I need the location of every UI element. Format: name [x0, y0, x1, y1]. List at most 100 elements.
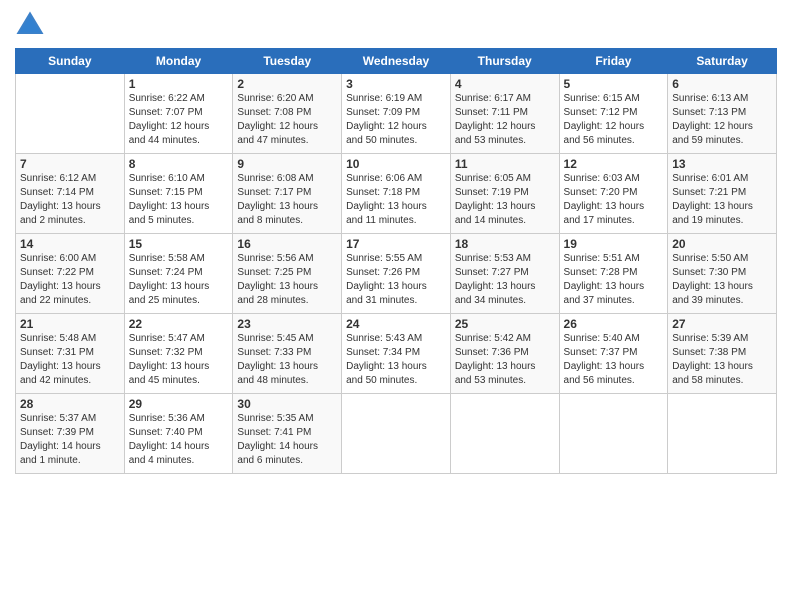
day-number: 17: [346, 237, 446, 251]
calendar-cell: 23 Sunrise: 5:45 AMSunset: 7:33 PMDaylig…: [233, 314, 342, 394]
calendar-cell: 24 Sunrise: 5:43 AMSunset: 7:34 PMDaylig…: [342, 314, 451, 394]
calendar-cell: 29 Sunrise: 5:36 AMSunset: 7:40 PMDaylig…: [124, 394, 233, 474]
day-info: Sunrise: 6:01 AMSunset: 7:21 PMDaylight:…: [672, 172, 772, 228]
calendar-cell: [342, 394, 451, 474]
calendar-week-1: 1 Sunrise: 6:22 AMSunset: 7:07 PMDayligh…: [16, 74, 777, 154]
calendar-cell: 4 Sunrise: 6:17 AMSunset: 7:11 PMDayligh…: [450, 74, 559, 154]
day-number: 4: [455, 77, 555, 91]
weekday-header-thursday: Thursday: [450, 49, 559, 74]
calendar-cell: 16 Sunrise: 5:56 AMSunset: 7:25 PMDaylig…: [233, 234, 342, 314]
day-number: 6: [672, 77, 772, 91]
calendar-cell: 11 Sunrise: 6:05 AMSunset: 7:19 PMDaylig…: [450, 154, 559, 234]
day-number: 30: [237, 397, 337, 411]
calendar-cell: 26 Sunrise: 5:40 AMSunset: 7:37 PMDaylig…: [559, 314, 668, 394]
calendar-cell: 6 Sunrise: 6:13 AMSunset: 7:13 PMDayligh…: [668, 74, 777, 154]
calendar-table: SundayMondayTuesdayWednesdayThursdayFrid…: [15, 48, 777, 474]
day-number: 2: [237, 77, 337, 91]
day-number: 29: [129, 397, 229, 411]
calendar-week-4: 21 Sunrise: 5:48 AMSunset: 7:31 PMDaylig…: [16, 314, 777, 394]
day-number: 3: [346, 77, 446, 91]
calendar-cell: 10 Sunrise: 6:06 AMSunset: 7:18 PMDaylig…: [342, 154, 451, 234]
day-number: 11: [455, 157, 555, 171]
calendar-cell: 19 Sunrise: 5:51 AMSunset: 7:28 PMDaylig…: [559, 234, 668, 314]
calendar-week-2: 7 Sunrise: 6:12 AMSunset: 7:14 PMDayligh…: [16, 154, 777, 234]
day-info: Sunrise: 5:37 AMSunset: 7:39 PMDaylight:…: [20, 412, 120, 468]
calendar-cell: [16, 74, 125, 154]
calendar-cell: 15 Sunrise: 5:58 AMSunset: 7:24 PMDaylig…: [124, 234, 233, 314]
calendar-cell: [559, 394, 668, 474]
calendar-cell: [450, 394, 559, 474]
day-number: 21: [20, 317, 120, 331]
day-info: Sunrise: 5:55 AMSunset: 7:26 PMDaylight:…: [346, 252, 446, 308]
day-info: Sunrise: 5:51 AMSunset: 7:28 PMDaylight:…: [564, 252, 664, 308]
calendar-cell: 9 Sunrise: 6:08 AMSunset: 7:17 PMDayligh…: [233, 154, 342, 234]
day-info: Sunrise: 5:50 AMSunset: 7:30 PMDaylight:…: [672, 252, 772, 308]
day-info: Sunrise: 5:40 AMSunset: 7:37 PMDaylight:…: [564, 332, 664, 388]
calendar-cell: [668, 394, 777, 474]
day-info: Sunrise: 5:56 AMSunset: 7:25 PMDaylight:…: [237, 252, 337, 308]
day-info: Sunrise: 6:17 AMSunset: 7:11 PMDaylight:…: [455, 92, 555, 148]
calendar-cell: 17 Sunrise: 5:55 AMSunset: 7:26 PMDaylig…: [342, 234, 451, 314]
day-info: Sunrise: 5:42 AMSunset: 7:36 PMDaylight:…: [455, 332, 555, 388]
day-number: 23: [237, 317, 337, 331]
day-number: 13: [672, 157, 772, 171]
day-info: Sunrise: 5:36 AMSunset: 7:40 PMDaylight:…: [129, 412, 229, 468]
calendar-cell: 21 Sunrise: 5:48 AMSunset: 7:31 PMDaylig…: [16, 314, 125, 394]
day-number: 14: [20, 237, 120, 251]
calendar-week-3: 14 Sunrise: 6:00 AMSunset: 7:22 PMDaylig…: [16, 234, 777, 314]
weekday-header-tuesday: Tuesday: [233, 49, 342, 74]
day-number: 25: [455, 317, 555, 331]
day-info: Sunrise: 5:58 AMSunset: 7:24 PMDaylight:…: [129, 252, 229, 308]
day-number: 24: [346, 317, 446, 331]
day-info: Sunrise: 5:39 AMSunset: 7:38 PMDaylight:…: [672, 332, 772, 388]
day-info: Sunrise: 6:19 AMSunset: 7:09 PMDaylight:…: [346, 92, 446, 148]
day-number: 12: [564, 157, 664, 171]
calendar-cell: 20 Sunrise: 5:50 AMSunset: 7:30 PMDaylig…: [668, 234, 777, 314]
day-info: Sunrise: 6:20 AMSunset: 7:08 PMDaylight:…: [237, 92, 337, 148]
day-info: Sunrise: 6:22 AMSunset: 7:07 PMDaylight:…: [129, 92, 229, 148]
day-number: 27: [672, 317, 772, 331]
day-number: 10: [346, 157, 446, 171]
day-number: 19: [564, 237, 664, 251]
calendar-cell: 7 Sunrise: 6:12 AMSunset: 7:14 PMDayligh…: [16, 154, 125, 234]
day-number: 1: [129, 77, 229, 91]
calendar-week-5: 28 Sunrise: 5:37 AMSunset: 7:39 PMDaylig…: [16, 394, 777, 474]
calendar-cell: 25 Sunrise: 5:42 AMSunset: 7:36 PMDaylig…: [450, 314, 559, 394]
calendar-cell: 30 Sunrise: 5:35 AMSunset: 7:41 PMDaylig…: [233, 394, 342, 474]
calendar-cell: 14 Sunrise: 6:00 AMSunset: 7:22 PMDaylig…: [16, 234, 125, 314]
calendar-cell: 22 Sunrise: 5:47 AMSunset: 7:32 PMDaylig…: [124, 314, 233, 394]
day-info: Sunrise: 6:12 AMSunset: 7:14 PMDaylight:…: [20, 172, 120, 228]
day-number: 16: [237, 237, 337, 251]
calendar-cell: 27 Sunrise: 5:39 AMSunset: 7:38 PMDaylig…: [668, 314, 777, 394]
weekday-header-sunday: Sunday: [16, 49, 125, 74]
day-number: 26: [564, 317, 664, 331]
weekday-header-saturday: Saturday: [668, 49, 777, 74]
day-info: Sunrise: 6:06 AMSunset: 7:18 PMDaylight:…: [346, 172, 446, 228]
day-info: Sunrise: 6:15 AMSunset: 7:12 PMDaylight:…: [564, 92, 664, 148]
day-info: Sunrise: 6:05 AMSunset: 7:19 PMDaylight:…: [455, 172, 555, 228]
calendar-cell: 12 Sunrise: 6:03 AMSunset: 7:20 PMDaylig…: [559, 154, 668, 234]
day-number: 9: [237, 157, 337, 171]
calendar-cell: 5 Sunrise: 6:15 AMSunset: 7:12 PMDayligh…: [559, 74, 668, 154]
calendar-cell: 8 Sunrise: 6:10 AMSunset: 7:15 PMDayligh…: [124, 154, 233, 234]
day-number: 28: [20, 397, 120, 411]
day-info: Sunrise: 5:43 AMSunset: 7:34 PMDaylight:…: [346, 332, 446, 388]
day-info: Sunrise: 6:13 AMSunset: 7:13 PMDaylight:…: [672, 92, 772, 148]
day-number: 5: [564, 77, 664, 91]
day-number: 7: [20, 157, 120, 171]
calendar-cell: 13 Sunrise: 6:01 AMSunset: 7:21 PMDaylig…: [668, 154, 777, 234]
day-number: 8: [129, 157, 229, 171]
day-number: 20: [672, 237, 772, 251]
weekday-header-friday: Friday: [559, 49, 668, 74]
logo: [15, 10, 49, 40]
day-info: Sunrise: 5:45 AMSunset: 7:33 PMDaylight:…: [237, 332, 337, 388]
day-info: Sunrise: 5:35 AMSunset: 7:41 PMDaylight:…: [237, 412, 337, 468]
page-header: [15, 10, 777, 40]
logo-icon: [15, 10, 45, 40]
day-info: Sunrise: 6:10 AMSunset: 7:15 PMDaylight:…: [129, 172, 229, 228]
day-number: 15: [129, 237, 229, 251]
day-info: Sunrise: 6:00 AMSunset: 7:22 PMDaylight:…: [20, 252, 120, 308]
day-info: Sunrise: 5:47 AMSunset: 7:32 PMDaylight:…: [129, 332, 229, 388]
day-info: Sunrise: 6:08 AMSunset: 7:17 PMDaylight:…: [237, 172, 337, 228]
calendar-cell: 1 Sunrise: 6:22 AMSunset: 7:07 PMDayligh…: [124, 74, 233, 154]
